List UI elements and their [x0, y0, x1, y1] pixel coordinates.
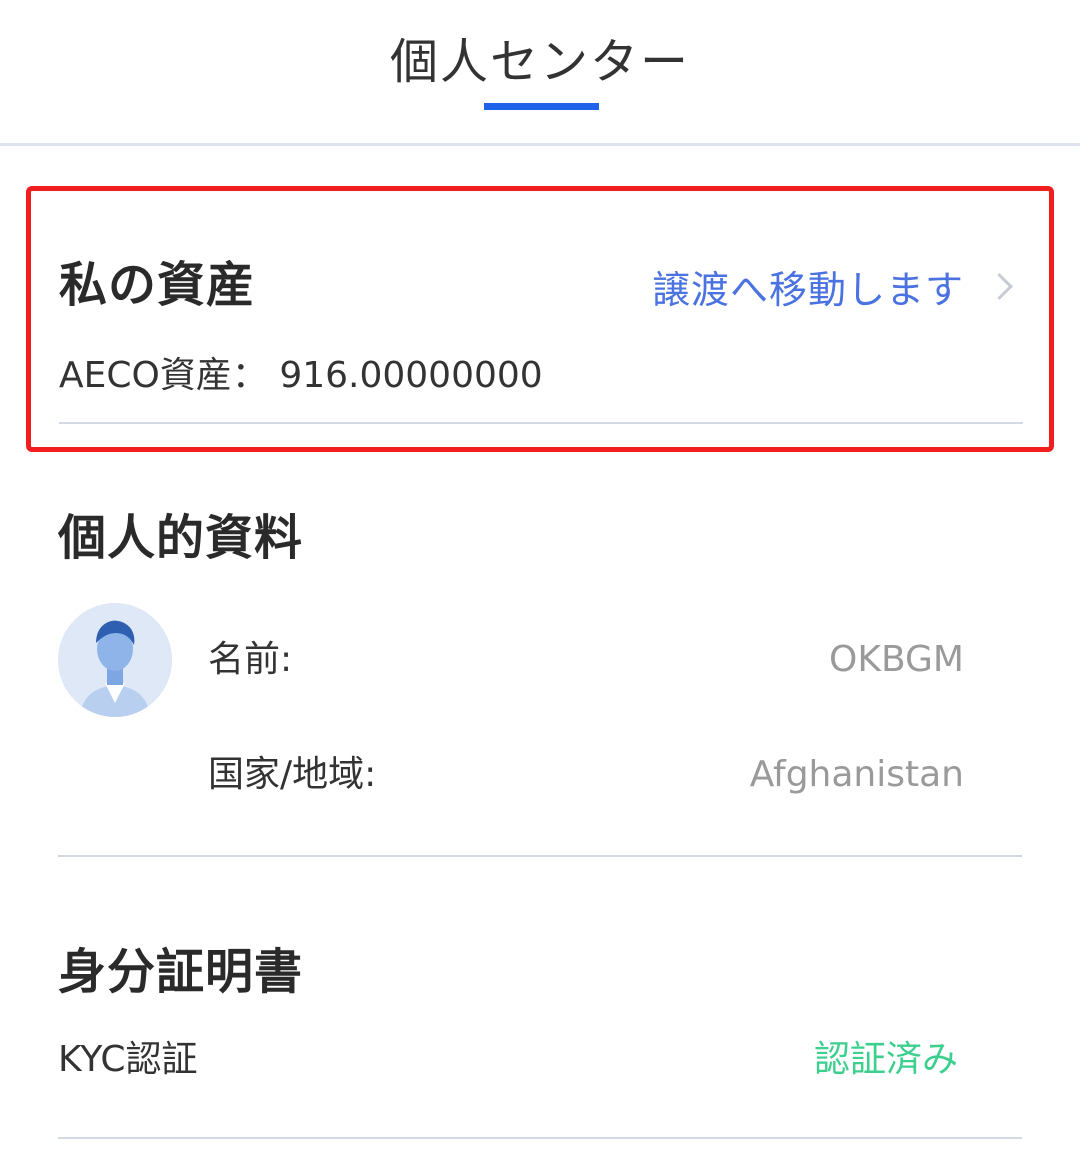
title-underline — [484, 103, 599, 110]
aeco-balance: AECO資産： 916.00000000 — [59, 351, 543, 401]
kyc-label: KYC認証 — [58, 1039, 198, 1080]
assets-card: 私の資産 譲渡へ移動します AECO資産： 916.00000000 — [26, 186, 1054, 452]
aeco-balance-value: 916.00000000 — [279, 355, 543, 396]
id-divider — [58, 1137, 1022, 1139]
assets-divider — [59, 422, 1023, 424]
transfer-label: 譲渡へ移動します — [651, 267, 964, 312]
header: 個人センター — [0, 0, 1080, 146]
country-label: 国家/地域: — [208, 754, 377, 795]
chevron-right-icon — [986, 272, 1013, 300]
id-title: 身分証明書 — [58, 944, 304, 1000]
kyc-status-badge: 認証済み — [813, 1039, 958, 1080]
profile-title: 個人的資料 — [58, 510, 304, 566]
transfer-link[interactable]: 譲渡へ移動します — [651, 261, 1013, 312]
assets-title: 私の資産 — [59, 257, 256, 313]
user-avatar-icon — [58, 603, 172, 717]
name-value: OKBGM — [829, 639, 964, 680]
personal-center-page: 個人センター 私の資産 譲渡へ移動します AECO資産： 916.0000000… — [0, 0, 1080, 1158]
country-value: Afghanistan — [749, 754, 964, 795]
aeco-balance-label: AECO資産： — [59, 355, 268, 396]
name-label: 名前: — [208, 639, 293, 680]
profile-divider — [58, 855, 1022, 857]
page-title: 個人センター — [389, 34, 690, 90]
